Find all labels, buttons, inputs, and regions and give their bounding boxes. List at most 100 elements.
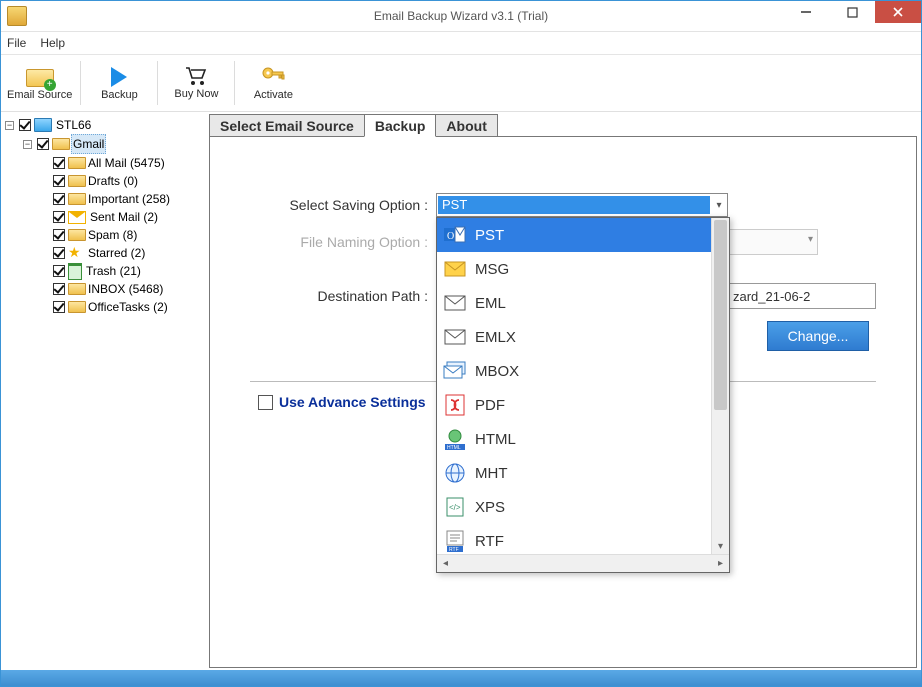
globe-icon [443,462,467,484]
pdf-icon [443,394,467,416]
tree-folder[interactable]: OfficeTasks (2) [53,298,203,316]
checkbox[interactable] [53,157,65,169]
toolbar-separator [234,61,235,105]
tree-folder-label: Spam (8) [87,226,138,244]
maximize-button[interactable] [829,1,875,23]
checkbox[interactable] [53,193,65,205]
main-panel: Select Email Source Backup About Select … [205,112,921,670]
dropdown-horizontal-scrollbar[interactable]: ◂ ▸ [437,554,729,572]
saving-option-dropdown[interactable]: O PST MSG EML [436,217,730,573]
toolbar-email-source[interactable]: Email Source [5,57,74,109]
dropdown-option-mht[interactable]: MHT [437,456,712,490]
tree-root-label: STL66 [55,116,92,134]
tree-folder[interactable]: Trash (21) [53,262,203,280]
scroll-left-arrow-icon[interactable]: ◂ [437,558,454,569]
dropdown-list: O PST MSG EML [437,218,729,572]
envelope-outline-icon [443,292,467,314]
option-label: EMLX [475,329,516,346]
checkbox[interactable] [53,229,65,241]
option-label: MSG [475,261,509,278]
tree-folder[interactable]: INBOX (5468) [53,280,203,298]
trash-icon [68,263,82,280]
dropdown-option-rtf[interactable]: RTF RTF [437,524,712,558]
collapse-icon[interactable]: − [5,121,14,130]
checkbox[interactable] [53,301,65,313]
advance-settings-label: Use Advance Settings [279,394,426,410]
tree-folder[interactable]: Important (258) [53,190,203,208]
checkbox[interactable] [53,265,65,277]
tree-folder-label: OfficeTasks (2) [87,298,169,316]
checkbox[interactable] [53,175,65,187]
toolbar-activate[interactable]: Activate [241,57,305,109]
dropdown-option-emlx[interactable]: EMLX [437,320,712,354]
change-button[interactable]: Change... [767,321,869,351]
scrollbar-thumb[interactable] [714,220,727,410]
option-label: EML [475,295,506,312]
outlook-icon: O [443,224,467,246]
chevron-down-icon: ▾ [711,200,727,211]
dropdown-option-eml[interactable]: EML [437,286,712,320]
tree-account[interactable]: − Gmail [23,134,203,154]
folder-tree: − STL66 − Gmail All Mail (547 [3,116,203,316]
option-label: RTF [475,533,504,550]
checkbox[interactable] [19,119,31,131]
folder-icon [68,301,84,313]
tab-backup[interactable]: Backup [364,114,437,137]
chevron-down-icon: ▾ [808,234,813,245]
scroll-right-arrow-icon[interactable]: ▸ [712,558,729,569]
label-saving-option: Select Saving Option : [258,197,436,213]
option-label: PDF [475,397,505,414]
toolbar-activate-label: Activate [254,89,293,101]
checkbox[interactable] [53,283,65,295]
menu-file[interactable]: File [7,36,26,50]
collapse-icon[interactable]: − [23,140,32,149]
body: − STL66 − Gmail All Mail (547 [1,112,921,670]
toolbar: Email Source Backup Buy Now Activate [1,55,921,112]
saving-option-combo[interactable]: PST ▾ [436,193,728,217]
tab-label: About [446,118,486,134]
tree-root[interactable]: − STL66 [5,116,203,134]
app-window: Email Backup Wizard v3.1 (Trial) File He… [0,0,922,687]
tree-folder-label: Drafts (0) [87,172,139,190]
minimize-button[interactable] [783,1,829,23]
checkbox[interactable] [37,138,49,150]
tree-folder[interactable]: Drafts (0) [53,172,203,190]
tree-folder[interactable]: Spam (8) [53,226,203,244]
toolbar-separator [157,61,158,105]
tree-folder-label: INBOX (5468) [87,280,164,298]
rtf-icon: RTF [443,530,467,552]
status-bar [1,670,921,686]
dropdown-option-mbox[interactable]: MBOX [437,354,712,388]
checkbox[interactable] [258,395,273,410]
svg-text:O: O [447,231,454,242]
folder-plus-icon [26,65,54,87]
folder-icon [68,175,84,187]
tree-folder[interactable]: All Mail (5475) [53,154,203,172]
folder-tree-panel: − STL66 − Gmail All Mail (547 [1,112,205,670]
tree-folder-label: Sent Mail (2) [89,208,159,226]
dropdown-option-pst[interactable]: O PST [437,218,712,252]
tree-folder[interactable]: Sent Mail (2) [53,208,203,226]
scroll-down-arrow-icon[interactable]: ▾ [712,538,729,555]
toolbar-backup[interactable]: Backup [87,57,151,109]
dropdown-option-html[interactable]: HTML HTML [437,422,712,456]
xps-icon: </> [443,496,467,518]
dropdown-option-msg[interactable]: MSG [437,252,712,286]
tab-select-email-source[interactable]: Select Email Source [209,114,365,137]
checkbox[interactable] [53,211,65,223]
option-label: PST [475,227,504,244]
destination-path-input[interactable] [726,283,876,309]
dropdown-option-xps[interactable]: </> XPS [437,490,712,524]
envelope-icon [443,258,467,280]
tab-about[interactable]: About [435,114,497,137]
svg-text:</>: </> [449,503,461,512]
toolbar-buy-now[interactable]: Buy Now [164,57,228,109]
close-button[interactable] [875,1,921,23]
tree-folder[interactable]: ★Starred (2) [53,244,203,262]
change-button-label: Change... [788,328,849,344]
menu-help[interactable]: Help [40,36,65,50]
checkbox[interactable] [53,247,65,259]
dropdown-vertical-scrollbar[interactable]: ▾ [711,218,729,555]
svg-text:RTF: RTF [449,547,459,552]
dropdown-option-pdf[interactable]: PDF [437,388,712,422]
